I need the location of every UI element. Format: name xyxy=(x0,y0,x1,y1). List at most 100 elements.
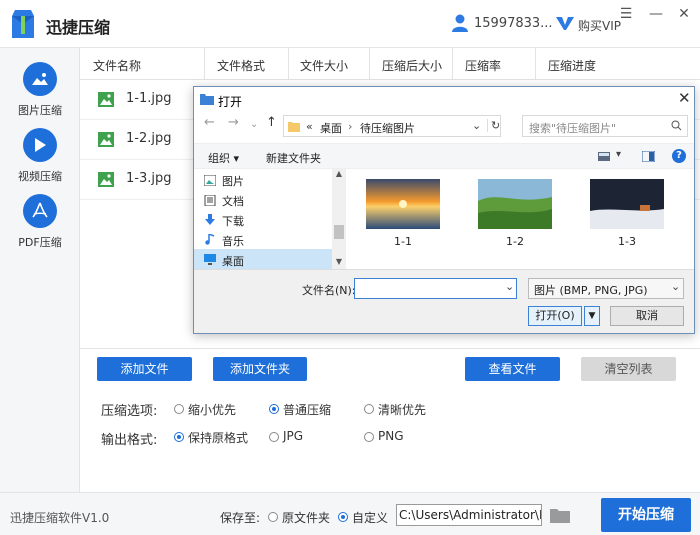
thumbnail-snow[interactable] xyxy=(590,179,664,229)
radio-label: 自定义 xyxy=(352,511,389,525)
help-icon[interactable]: ? xyxy=(672,149,686,163)
chevron-down-icon[interactable]: ⌄ xyxy=(505,280,514,293)
thumbnail-label: 1-2 xyxy=(506,235,524,248)
radio-keep-format[interactable] xyxy=(174,432,184,442)
radio-original-folder[interactable] xyxy=(268,512,278,522)
footer: 迅捷压缩软件V1.0 保存至: 原文件夹 自定义 C:\Users\Admini… xyxy=(0,492,700,535)
radio-custom-folder[interactable] xyxy=(338,512,348,522)
close-icon[interactable]: ✕ xyxy=(675,6,693,22)
scroll-thumb[interactable] xyxy=(334,225,344,239)
column-divider xyxy=(288,48,289,80)
refresh-icon[interactable]: ↻ xyxy=(487,119,500,132)
chevron-down-icon[interactable]: ▾ xyxy=(616,149,621,160)
open-options-dropdown[interactable]: ▼ xyxy=(584,306,600,326)
thumbnail-sunset[interactable] xyxy=(366,179,440,229)
up-arrow-icon[interactable]: ↑ xyxy=(266,115,277,130)
organize-menu[interactable]: 组织 ▾ xyxy=(208,150,239,166)
column-divider xyxy=(535,48,536,80)
tree-scrollbar[interactable]: ▲ ▼ xyxy=(332,169,346,269)
sidebar-item-video[interactable]: 视频压缩 xyxy=(0,128,80,184)
add-folder-button[interactable]: 添加文件夹 xyxy=(213,357,307,381)
radio-label: 原文件夹 xyxy=(282,511,331,525)
column-divider xyxy=(369,48,370,80)
radio-shrink-first[interactable] xyxy=(174,404,184,414)
column-header[interactable]: 压缩后大小 xyxy=(382,57,442,74)
radio-label: 保持原格式 xyxy=(188,431,249,445)
cancel-button[interactable]: 取消 xyxy=(610,306,684,326)
chevron-right-icon: › xyxy=(348,120,353,133)
desktop-icon xyxy=(204,254,216,265)
back-arrow-icon[interactable]: ← xyxy=(204,115,215,130)
chevron-down-icon[interactable]: ⌄ xyxy=(671,280,680,293)
breadcrumb-overflow[interactable]: « xyxy=(306,120,313,133)
radio-label: 普通压缩 xyxy=(283,403,332,417)
file-name: 1-3.jpg xyxy=(126,171,172,186)
dialog-close-icon[interactable]: ✕ xyxy=(678,89,691,107)
radio-label: 缩小优先 xyxy=(188,403,237,417)
view-file-button[interactable]: 查看文件 xyxy=(465,357,560,381)
start-compress-button[interactable]: 开始压缩 xyxy=(601,498,691,532)
forward-arrow-icon[interactable]: → xyxy=(228,115,239,130)
tree-item-documents[interactable]: 文档 xyxy=(222,193,244,209)
column-header[interactable]: 压缩进度 xyxy=(548,57,596,74)
filename-input[interactable] xyxy=(354,278,517,299)
version-label: 迅捷压缩软件V1.0 xyxy=(10,511,110,525)
vip-icon[interactable] xyxy=(556,15,574,31)
save-to-label: 保存至: xyxy=(220,511,261,525)
dialog-app-icon xyxy=(200,94,214,105)
radio-clarity-first[interactable] xyxy=(364,404,374,414)
tree-item-desktop[interactable]: 桌面 xyxy=(222,253,244,269)
minimize-icon[interactable]: — xyxy=(647,6,665,22)
column-header[interactable]: 压缩率 xyxy=(465,57,501,74)
sidebar-item-image[interactable]: 图片压缩 xyxy=(0,62,80,118)
buy-vip-link[interactable]: 购买VIP xyxy=(578,17,621,34)
dialog-title: 打开 xyxy=(218,95,243,109)
recent-dropdown-icon[interactable]: ⌄ xyxy=(250,119,258,130)
tree-item-pictures[interactable]: 图片 xyxy=(222,173,244,189)
radio-label: PNG xyxy=(378,429,404,443)
compress-options-label: 压缩选项: xyxy=(101,404,158,419)
preview-pane-icon[interactable] xyxy=(642,151,655,162)
search-input[interactable]: 搜索"待压缩图片" xyxy=(522,115,688,137)
dialog-toolbar: 组织 ▾ 新建文件夹 ▾ ? xyxy=(194,143,694,169)
folder-icon[interactable] xyxy=(550,507,570,523)
tree-item-music[interactable]: 音乐 xyxy=(222,233,244,249)
column-header[interactable]: 文件格式 xyxy=(217,57,265,74)
clear-list-button[interactable]: 清空列表 xyxy=(581,357,676,381)
user-phone[interactable]: 15997833... xyxy=(474,16,553,31)
folder-icon xyxy=(288,122,300,132)
dialog-file-bar: 文件名(N): ⌄ 图片 (BMP, PNG, JPG) ⌄ 打开(O) ▼ 取… xyxy=(194,269,694,333)
column-header[interactable]: 文件大小 xyxy=(300,57,348,74)
open-button[interactable]: 打开(O) xyxy=(528,306,582,326)
radio-normal-compress[interactable] xyxy=(269,404,279,414)
address-bar[interactable]: « 桌面 › 待压缩图片 ⌄ ↻ xyxy=(283,115,501,137)
save-path-field[interactable]: C:\Users\Administrator\Desktop xyxy=(396,504,542,526)
download-icon xyxy=(205,214,215,225)
music-icon xyxy=(205,234,215,245)
chevron-down-icon[interactable]: ⌄ xyxy=(472,119,481,132)
menu-icon[interactable]: ☰ xyxy=(617,6,635,22)
search-icon[interactable] xyxy=(671,120,682,131)
user-icon[interactable] xyxy=(452,14,468,32)
add-file-button[interactable]: 添加文件 xyxy=(97,357,192,381)
title-bar: 迅捷压缩 15997833... 购买VIP ☰ — ✕ xyxy=(0,0,700,48)
radio-label: 清晰优先 xyxy=(378,403,427,417)
tree-item-downloads[interactable]: 下载 xyxy=(222,213,244,229)
thumbnail-hills[interactable] xyxy=(478,179,552,229)
column-header[interactable]: 文件名称 xyxy=(93,57,141,74)
sidebar-item-pdf[interactable]: PDF压缩 xyxy=(0,194,80,250)
file-name: 1-1.jpg xyxy=(126,91,172,106)
radio-png[interactable] xyxy=(364,432,374,442)
column-divider xyxy=(204,48,205,80)
breadcrumb-item[interactable]: 待压缩图片 xyxy=(360,120,415,136)
new-folder-button[interactable]: 新建文件夹 xyxy=(266,150,321,166)
thumbnail-label: 1-3 xyxy=(618,235,636,248)
scroll-up-icon[interactable]: ▲ xyxy=(332,169,346,181)
radio-jpg[interactable] xyxy=(269,432,279,442)
view-mode-icon[interactable] xyxy=(598,152,610,161)
image-file-icon xyxy=(98,132,114,147)
scroll-down-icon[interactable]: ▼ xyxy=(332,257,346,269)
breadcrumb-item[interactable]: 桌面 xyxy=(320,120,342,136)
image-file-icon xyxy=(98,92,114,107)
file-type-select[interactable]: 图片 (BMP, PNG, JPG) xyxy=(528,278,684,299)
